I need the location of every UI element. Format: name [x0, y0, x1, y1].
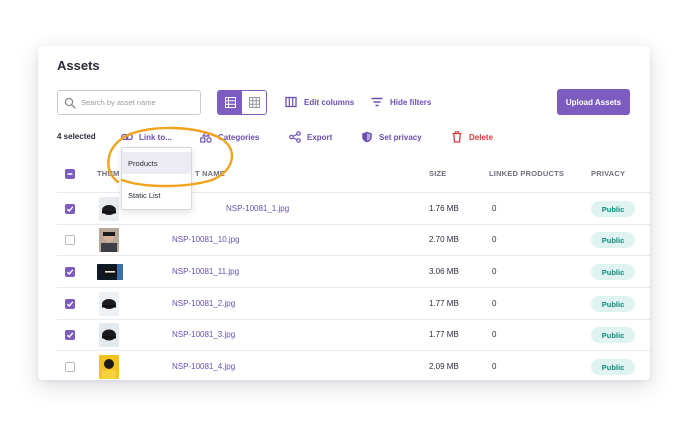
asset-thumbnail[interactable]: [99, 355, 119, 379]
search-icon: [64, 97, 76, 109]
asset-thumbnail[interactable]: [99, 292, 119, 316]
asset-linked-count: 0: [492, 204, 497, 213]
privacy-badge: Public: [591, 296, 635, 312]
set-privacy-label: Set privacy: [379, 132, 422, 142]
link-to-button[interactable]: Link to...: [121, 131, 172, 143]
asset-linked-count: 0: [492, 330, 497, 339]
row-checkbox[interactable]: [65, 330, 75, 340]
row-checkbox[interactable]: [65, 204, 75, 214]
hide-filters-button[interactable]: Hide filters: [371, 96, 431, 108]
row-divider: [57, 350, 650, 351]
shield-icon: [362, 131, 372, 143]
asset-filename[interactable]: NSP-10081_10.jpg: [172, 235, 240, 244]
asset-size: 1.77 MB: [429, 299, 459, 308]
asset-linked-count: 0: [492, 299, 497, 308]
checkmark-icon: [66, 206, 74, 213]
hide-filters-label: Hide filters: [390, 97, 432, 107]
checkmark-icon: [66, 332, 74, 339]
select-all-checkbox[interactable]: [65, 169, 75, 179]
delete-button[interactable]: Delete: [451, 131, 493, 143]
row-divider: [57, 319, 650, 320]
search-box[interactable]: [57, 90, 201, 115]
export-label: Export: [307, 132, 333, 142]
upload-assets-button[interactable]: Upload Assets: [557, 89, 630, 115]
row-checkbox[interactable]: [65, 235, 75, 245]
privacy-badge: Public: [591, 264, 635, 280]
row-checkbox[interactable]: [65, 267, 75, 277]
asset-linked-count: 0: [492, 235, 497, 244]
asset-linked-count: 0: [492, 362, 497, 371]
asset-size: 2.70 MB: [429, 235, 459, 244]
share-icon: [289, 131, 301, 143]
column-header-linked-products[interactable]: LINKED PRODUCTS: [489, 169, 564, 178]
checkmark-icon: [66, 301, 74, 308]
search-input[interactable]: [81, 98, 191, 107]
privacy-badge: Public: [591, 327, 635, 343]
assets-panel: Assets Edit columns Hide filters Upload …: [38, 46, 650, 380]
row-divider: [57, 287, 650, 288]
asset-linked-count: 0: [492, 267, 497, 276]
trash-icon: [452, 131, 462, 143]
edit-columns-label: Edit columns: [304, 97, 355, 107]
minus-icon: [67, 173, 73, 175]
asset-filename[interactable]: NSP-10081_1.jpg: [226, 204, 289, 213]
dropdown-item-static-list[interactable]: Static List: [122, 184, 191, 206]
privacy-badge: Public: [591, 359, 635, 375]
asset-size: 1.76 MB: [429, 204, 459, 213]
row-checkbox[interactable]: [65, 299, 75, 309]
columns-icon: [285, 96, 297, 108]
link-to-label: Link to...: [139, 132, 172, 142]
link-icon: [121, 133, 133, 141]
export-button[interactable]: Export: [289, 131, 332, 143]
asset-filename[interactable]: NSP-10081_2.jpg: [172, 299, 235, 308]
row-divider: [57, 224, 650, 225]
categories-icon: [200, 131, 212, 143]
asset-filename[interactable]: NSP-10081_4.jpg: [172, 362, 235, 371]
filter-icon: [371, 97, 383, 107]
delete-label: Delete: [469, 132, 494, 142]
checkmark-icon: [66, 269, 74, 276]
page-title: Assets: [57, 58, 100, 73]
asset-size: 3.06 MB: [429, 267, 459, 276]
view-toggle: [217, 90, 267, 115]
row-divider: [57, 255, 650, 256]
row-checkbox[interactable]: [65, 362, 75, 372]
categories-label: Categories: [218, 132, 260, 142]
dropdown-item-products[interactable]: Products: [122, 152, 191, 174]
column-header-size[interactable]: SIZE: [429, 169, 446, 178]
set-privacy-button[interactable]: Set privacy: [361, 131, 422, 143]
column-header-name[interactable]: T NAME: [195, 169, 225, 178]
asset-size: 2.09 MB: [429, 362, 459, 371]
grid-view-button[interactable]: [242, 91, 266, 114]
asset-thumbnail[interactable]: [99, 228, 119, 252]
column-header-privacy[interactable]: PRIVACY: [591, 169, 625, 178]
selection-count: 4 selected: [57, 132, 96, 141]
grid-icon: [248, 97, 260, 108]
asset-size: 1.77 MB: [429, 330, 459, 339]
list-view-button[interactable]: [218, 91, 242, 114]
asset-thumbnail[interactable]: [97, 264, 123, 280]
asset-thumbnail[interactable]: [99, 323, 119, 347]
privacy-badge: Public: [591, 232, 635, 248]
asset-thumbnail[interactable]: [99, 197, 119, 221]
edit-columns-button[interactable]: Edit columns: [285, 96, 354, 108]
asset-filename[interactable]: NSP-10081_11.jpg: [172, 267, 239, 276]
column-header-thumbnail[interactable]: THUM: [97, 169, 119, 178]
list-icon: [224, 97, 236, 108]
privacy-badge: Public: [591, 201, 635, 217]
categories-button[interactable]: Categories: [200, 131, 259, 143]
link-to-dropdown: Products Static List: [121, 147, 192, 210]
asset-filename[interactable]: NSP-10081_3.jpg: [172, 330, 235, 339]
